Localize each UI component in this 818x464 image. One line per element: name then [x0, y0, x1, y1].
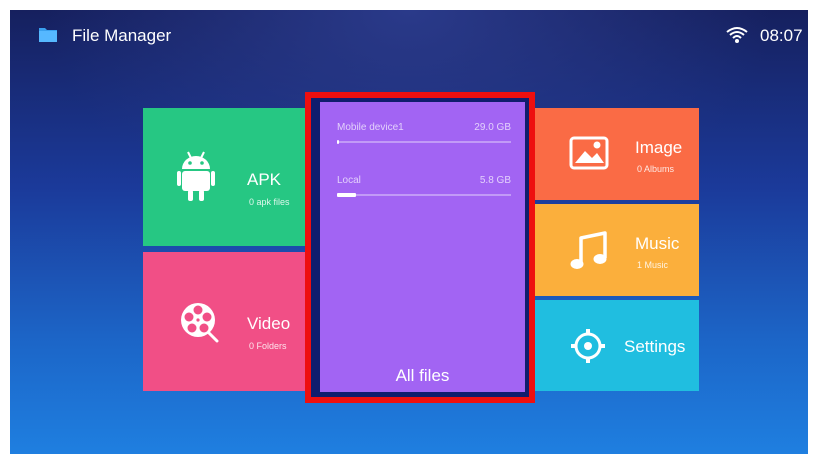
music-title: Music [635, 234, 680, 253]
image-title: Image [635, 138, 683, 157]
wifi-icon [726, 27, 748, 43]
storage-usage-fill [337, 193, 357, 197]
apk-subtitle: 0 apk files [249, 197, 290, 207]
settings-title: Settings [624, 337, 686, 356]
video-title: Video [247, 314, 291, 333]
app-title: File Manager [72, 26, 172, 45]
gear-icon [571, 329, 605, 363]
home-screen: File Manager 08:07 APK 0 apk files Video… [10, 10, 808, 454]
video-subtitle: 0 Folders [249, 341, 287, 351]
clock: 08:07 [760, 26, 803, 45]
apk-tile[interactable]: APK 0 apk files [143, 108, 315, 246]
storage-name: Local [337, 175, 361, 186]
storage-size: 5.8 GB [479, 175, 511, 186]
storage-usage-bar [337, 193, 511, 197]
storage-usage-bar [337, 140, 511, 144]
music-note-icon [570, 231, 607, 269]
image-subtitle: 0 Albums [637, 164, 675, 174]
android-icon [177, 151, 215, 201]
all-files-label: All files [395, 366, 450, 385]
apk-title: APK [247, 170, 282, 189]
status-bar: File Manager 08:07 [10, 10, 808, 60]
music-tile[interactable]: Music 1 Music [535, 204, 699, 296]
film-reel-icon [181, 303, 219, 343]
all-files-tile[interactable]: Mobile device1 29.0 GB Local 5.8 GB All … [320, 102, 525, 392]
storage-name: Mobile device1 [337, 122, 404, 133]
storage-usage-fill [337, 140, 339, 144]
picture-icon [569, 136, 609, 170]
image-tile[interactable]: Image 0 Albums [535, 108, 699, 200]
settings-tile[interactable]: Settings [535, 300, 699, 391]
video-tile[interactable]: Video 0 Folders [143, 252, 315, 391]
folder-icon [39, 28, 57, 42]
storage-size: 29.0 GB [474, 122, 511, 133]
music-subtitle: 1 Music [637, 260, 669, 270]
